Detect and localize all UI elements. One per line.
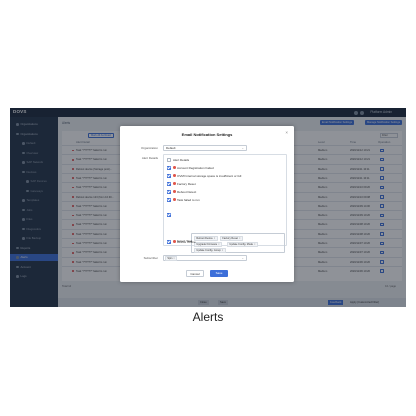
select-task-checkbox[interactable] [167, 213, 171, 217]
alert-checkbox[interactable] [167, 240, 171, 244]
alert-item-label: Device Offline [177, 239, 196, 244]
alarm-icon [173, 240, 176, 244]
alert-item-label: OVMI Internal storage space is insuffici… [177, 173, 242, 178]
remove-tag-icon[interactable]: × [239, 237, 240, 240]
save-button[interactable]: Save [210, 270, 228, 277]
alert-checkbox[interactable] [167, 158, 171, 162]
alert-item-label: Task failed to run [177, 197, 200, 202]
alert-item-label: Account Registration Failed [177, 165, 214, 170]
task-tag[interactable]: Update Config. Group× [194, 248, 226, 253]
task-tag[interactable]: Factory Reset× [220, 236, 243, 241]
remove-tag-icon[interactable]: × [254, 243, 255, 246]
alarm-icon [173, 198, 176, 202]
chevron-down-icon: ⌄ [241, 146, 244, 150]
remove-tag-icon[interactable]: × [214, 237, 215, 240]
task-tag[interactable]: Update Config. Mode× [227, 242, 258, 247]
task-tag[interactable]: Upgrade Firmware× [194, 242, 222, 247]
task-tag[interactable]: Reboot Device× [194, 236, 218, 241]
organization-select[interactable]: Default ⌄ [163, 145, 247, 151]
alert-item-label: Alert Details [173, 157, 190, 162]
alarm-icon [173, 190, 176, 194]
dialog-title: Email Notification Settings [181, 132, 233, 137]
alarm-icon [173, 174, 176, 178]
alert-item-label: Factory Reset [177, 181, 196, 186]
organization-value: Default [166, 146, 176, 150]
alert-checkbox[interactable] [167, 174, 171, 178]
alert-checkbox[interactable] [167, 166, 171, 170]
organization-label: Organization [140, 146, 158, 150]
email-settings-dialog: Email Notification Settings × Organizati… [120, 126, 294, 282]
alert-checkbox[interactable] [167, 182, 171, 186]
remove-tag-icon[interactable]: × [218, 243, 219, 246]
remove-tag-icon[interactable]: × [222, 249, 223, 252]
alarm-icon [173, 166, 176, 170]
close-icon[interactable]: × [285, 130, 288, 136]
subscriber-tag: Spin× [165, 256, 178, 261]
alert-details-label: Alert Details [141, 156, 158, 160]
chevron-down-icon: ⌄ [241, 256, 244, 260]
page: DOVS Platform Admin Organizations Organiz… [0, 0, 416, 416]
task-multiselect[interactable]: Reboot Device× Factory Reset× Upgrade Firm… [191, 233, 285, 253]
alert-checkbox[interactable] [167, 190, 171, 194]
alert-item-label: Reboot Detect [177, 189, 197, 194]
alarm-icon [173, 182, 176, 186]
alert-details-tree: Reboot Device× Factory Reset× Upgrade Firm… [163, 154, 287, 253]
image-caption: Alerts [192, 310, 224, 324]
subscriber-select[interactable]: Spin× ⌄ [163, 255, 247, 261]
cancel-button[interactable]: Cancel [186, 270, 204, 277]
subscriber-label: Subscriber [143, 256, 158, 260]
alert-checkbox[interactable] [167, 198, 171, 202]
